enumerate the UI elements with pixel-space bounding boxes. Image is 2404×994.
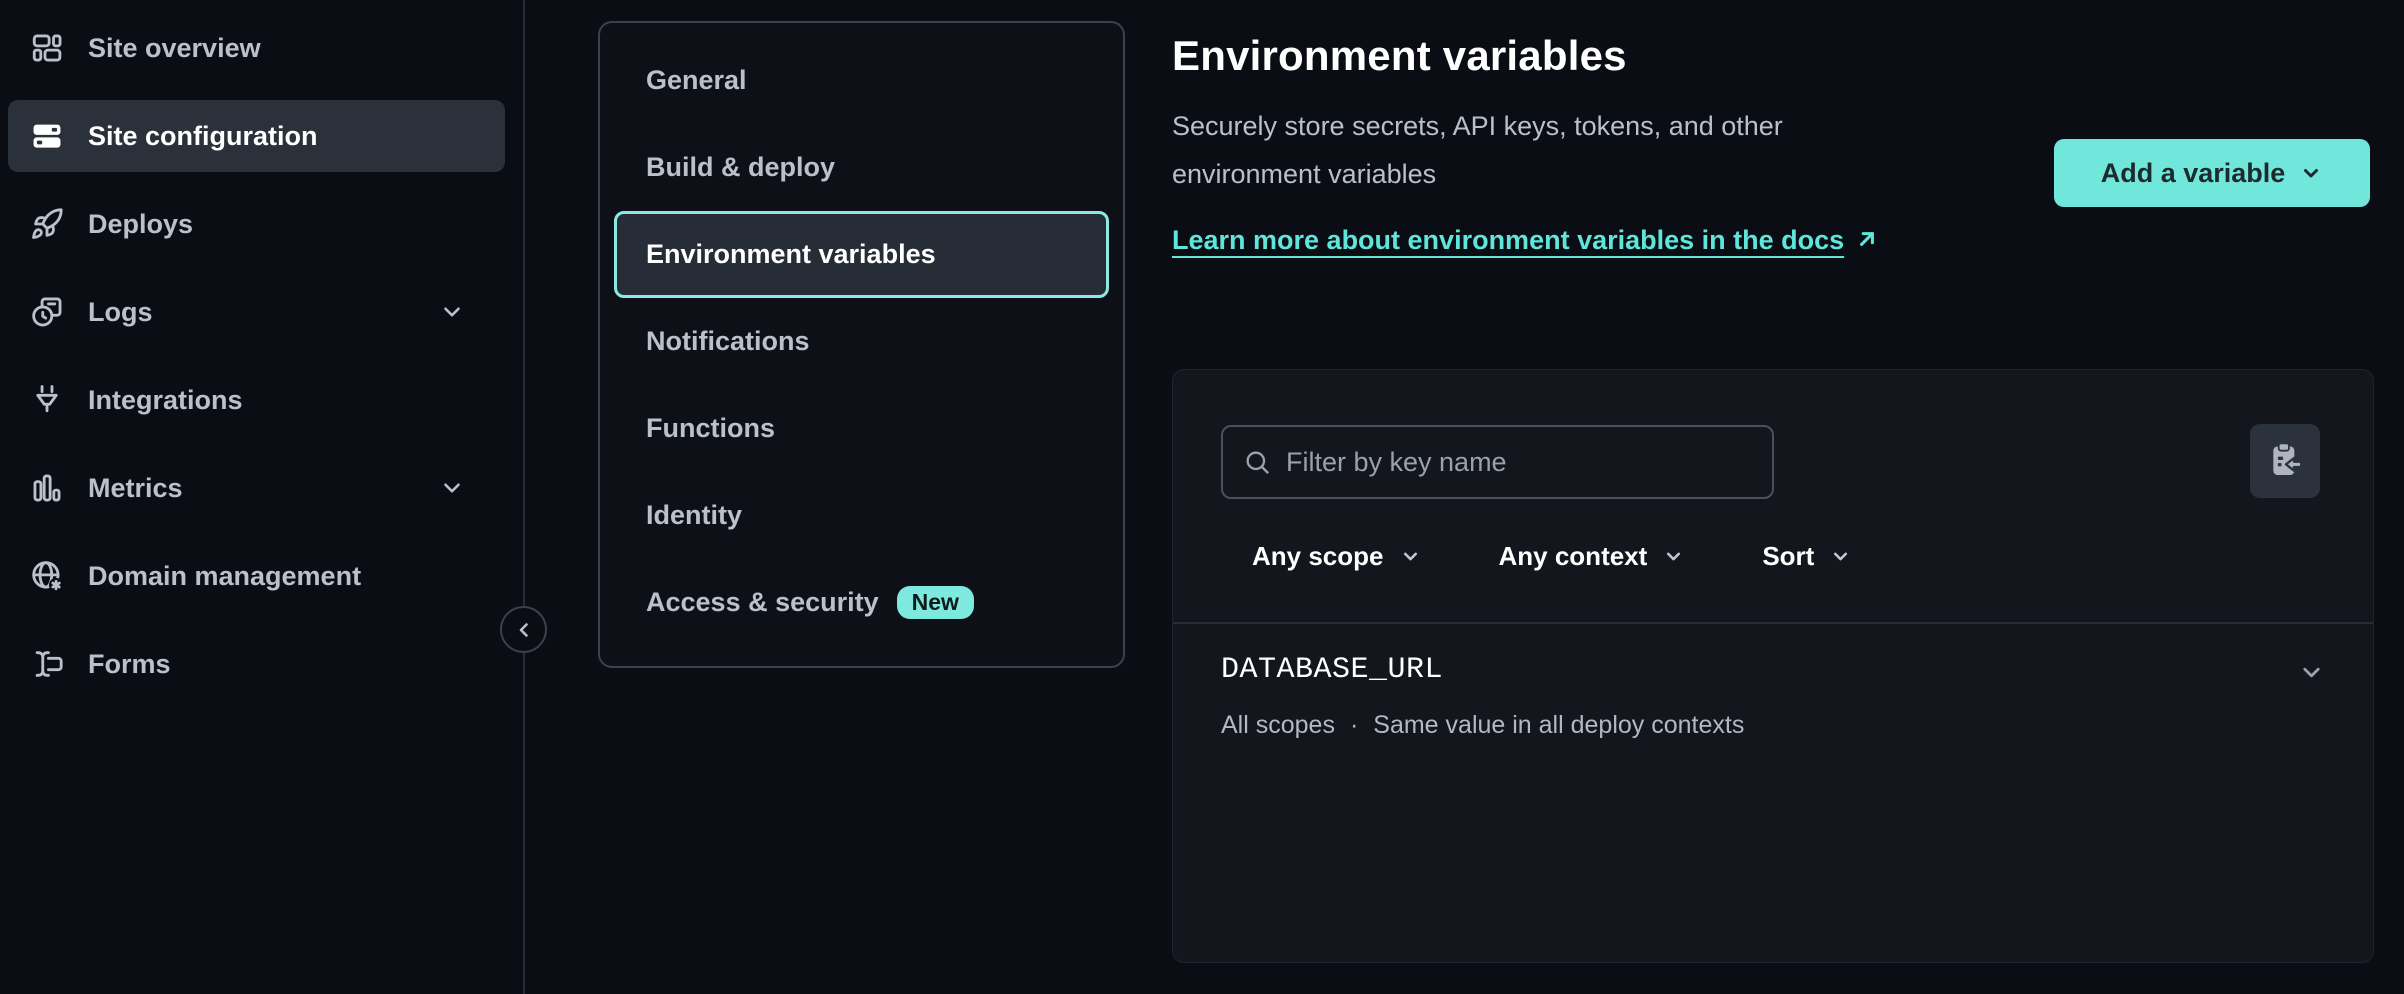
- plug-icon: [30, 383, 64, 417]
- variable-key: DATABASE_URL: [1221, 653, 2325, 687]
- variable-meta-separator: ·: [1350, 711, 1358, 740]
- chevron-down-icon: [2299, 161, 2323, 185]
- context-filter-label: Any context: [1499, 541, 1648, 572]
- variable-contexts: Same value in all deploy contexts: [1373, 711, 1744, 740]
- rocket-icon: [30, 207, 64, 241]
- settings-tab-label: General: [646, 65, 747, 96]
- import-variables-button[interactable]: [2250, 424, 2320, 498]
- context-filter-dropdown[interactable]: Any context: [1499, 536, 1685, 576]
- settings-tab-label: Functions: [646, 413, 775, 444]
- settings-tab-functions[interactable]: Functions: [614, 385, 1109, 472]
- page-title: Environment variables: [1172, 32, 1627, 80]
- variable-meta: All scopes · Same value in all deploy co…: [1221, 711, 2325, 740]
- expand-variable-button[interactable]: [2298, 659, 2325, 686]
- variable-scopes: All scopes: [1221, 711, 1335, 740]
- bar-chart-icon: [30, 471, 64, 505]
- settings-tab-general[interactable]: General: [614, 37, 1109, 124]
- new-badge: New: [897, 586, 974, 619]
- filter-row: Any scope Any context Sort: [1252, 536, 1851, 576]
- sidebar-item-label: Logs: [88, 297, 153, 328]
- settings-tab-label: Environment variables: [646, 239, 936, 270]
- chevron-down-icon: [439, 475, 465, 501]
- sidebar-item-logs[interactable]: Logs: [8, 276, 505, 348]
- sidebar-divider: [523, 0, 525, 994]
- sidebar-collapse-button[interactable]: [500, 606, 547, 653]
- search-icon: [1243, 448, 1271, 476]
- settings-tab-environment-variables[interactable]: Environment variables: [614, 211, 1109, 298]
- grid-icon: [30, 31, 64, 65]
- sidebar: Site overview Site configuration Deploys: [0, 0, 524, 994]
- sidebar-item-metrics[interactable]: Metrics: [8, 452, 505, 524]
- arrow-up-right-icon: [1854, 226, 1880, 252]
- sidebar-item-label: Forms: [88, 649, 171, 680]
- sort-dropdown[interactable]: Sort: [1762, 536, 1851, 576]
- panel-divider: [1173, 622, 2373, 624]
- sort-dropdown-label: Sort: [1762, 541, 1814, 572]
- sidebar-item-site-overview[interactable]: Site overview: [8, 12, 505, 84]
- server-stack-icon: [30, 119, 64, 153]
- chevron-left-icon: [512, 618, 536, 642]
- settings-nav: General Build & deploy Environment varia…: [598, 21, 1125, 668]
- sidebar-item-label: Metrics: [88, 473, 183, 504]
- add-variable-button[interactable]: Add a variable: [2054, 139, 2370, 207]
- chevron-down-icon: [1663, 546, 1684, 567]
- learn-more-docs-link[interactable]: Learn more about environment variables i…: [1172, 216, 1922, 264]
- settings-tab-label: Access & security: [646, 587, 879, 618]
- filter-search-field[interactable]: [1221, 425, 1774, 499]
- settings-tab-access-security[interactable]: Access & security New: [614, 559, 1109, 646]
- chevron-down-icon: [1830, 546, 1851, 567]
- settings-tab-label: Notifications: [646, 326, 810, 357]
- sidebar-item-label: Site overview: [88, 33, 261, 64]
- environment-variables-panel: Any scope Any context Sort DATABASE_URL …: [1172, 369, 2374, 963]
- form-input-icon: [30, 647, 64, 681]
- chevron-down-icon: [2298, 659, 2325, 686]
- variable-row-database-url[interactable]: DATABASE_URL All scopes · Same value in …: [1221, 653, 2325, 740]
- learn-more-docs-link-text: Learn more about environment variables i…: [1172, 225, 1844, 255]
- scope-filter-label: Any scope: [1252, 541, 1384, 572]
- settings-tab-label: Identity: [646, 500, 742, 531]
- filter-search-input[interactable]: [1286, 447, 1752, 478]
- settings-tab-build-deploy[interactable]: Build & deploy: [614, 124, 1109, 211]
- settings-tab-notifications[interactable]: Notifications: [614, 298, 1109, 385]
- settings-tab-label: Build & deploy: [646, 152, 835, 183]
- page-description: Securely store secrets, API keys, tokens…: [1172, 102, 1922, 198]
- sidebar-item-label: Deploys: [88, 209, 193, 240]
- sidebar-item-label: Domain management: [88, 561, 361, 592]
- sidebar-item-forms[interactable]: Forms: [8, 628, 505, 700]
- globe-icon: [30, 559, 64, 593]
- clipboard-import-icon: [2265, 441, 2305, 481]
- settings-tab-identity[interactable]: Identity: [614, 472, 1109, 559]
- scope-filter-dropdown[interactable]: Any scope: [1252, 536, 1421, 576]
- sidebar-item-label: Integrations: [88, 385, 243, 416]
- chevron-down-icon: [439, 299, 465, 325]
- chevron-down-icon: [1400, 546, 1421, 567]
- add-variable-button-label: Add a variable: [2101, 158, 2286, 189]
- sidebar-item-deploys[interactable]: Deploys: [8, 188, 505, 260]
- sidebar-item-integrations[interactable]: Integrations: [8, 364, 505, 436]
- sidebar-item-label: Site configuration: [88, 121, 318, 152]
- sidebar-item-domain-management[interactable]: Domain management: [8, 540, 505, 612]
- sidebar-item-site-configuration[interactable]: Site configuration: [8, 100, 505, 172]
- log-clock-icon: [30, 295, 64, 329]
